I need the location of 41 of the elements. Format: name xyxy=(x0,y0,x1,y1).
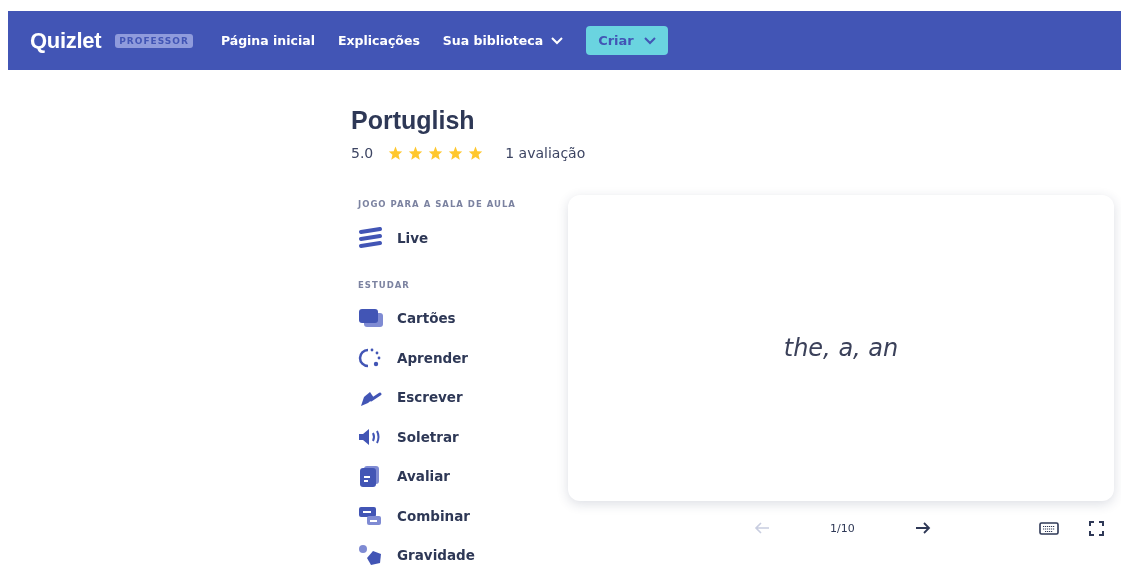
shapes-icon xyxy=(358,544,384,567)
nav-link[interactable]: Sua biblioteca xyxy=(442,33,564,48)
next-button[interactable] xyxy=(914,521,931,535)
study-mode-link[interactable]: Soletrar xyxy=(358,417,568,457)
nav-link-label: Sua biblioteca xyxy=(442,33,544,48)
star-icon xyxy=(448,146,464,160)
star-icon xyxy=(388,146,404,160)
star-icon xyxy=(468,146,484,160)
keyboard-icon xyxy=(1039,521,1059,535)
flashcard-term: the, a, an xyxy=(783,334,899,362)
fullscreen-button[interactable] xyxy=(1089,520,1104,536)
role-badge: PROFESSOR xyxy=(115,33,193,48)
caret-icon xyxy=(551,36,564,45)
fullscreen-icon xyxy=(1089,520,1104,536)
study-mode-link[interactable]: Gravidade xyxy=(358,535,568,575)
stripes-icon xyxy=(358,226,384,249)
flashcard[interactable]: the, a, an xyxy=(568,195,1114,501)
card-counter: 1/10 xyxy=(830,521,855,535)
study-mode-link[interactable]: Aprender xyxy=(358,338,568,378)
right-arrow-icon xyxy=(914,521,931,535)
rating-value: 5.0 xyxy=(351,145,374,161)
create-button[interactable]: Criar xyxy=(586,26,668,55)
logo[interactable]: Quizlet xyxy=(30,27,102,54)
study-mode-link[interactable]: Live xyxy=(358,218,568,258)
review-count: 1 avaliação xyxy=(505,145,586,161)
left-arrow-icon xyxy=(754,521,770,535)
match-tiles-icon xyxy=(358,504,384,527)
study-mode-link[interactable]: Combinar xyxy=(358,496,568,536)
study-mode-link[interactable]: Cartões xyxy=(358,298,568,338)
star-icon xyxy=(428,146,444,160)
caret-icon xyxy=(643,36,656,45)
study-mode-link[interactable]: Escrever xyxy=(358,377,568,417)
section-heading: ESTUDAR xyxy=(358,279,411,290)
section-heading: JOGO PARA A SALA DE AULA xyxy=(358,199,517,209)
study-mode-link[interactable]: Avaliar xyxy=(358,456,568,496)
set-title: Portuglish xyxy=(351,106,476,135)
cards-icon xyxy=(358,307,384,330)
nav-link[interactable]: Explicações xyxy=(337,33,420,48)
star-icon xyxy=(408,146,424,160)
nav-link[interactable]: Página inicial xyxy=(220,33,315,48)
keyboard-button[interactable] xyxy=(1039,521,1059,535)
